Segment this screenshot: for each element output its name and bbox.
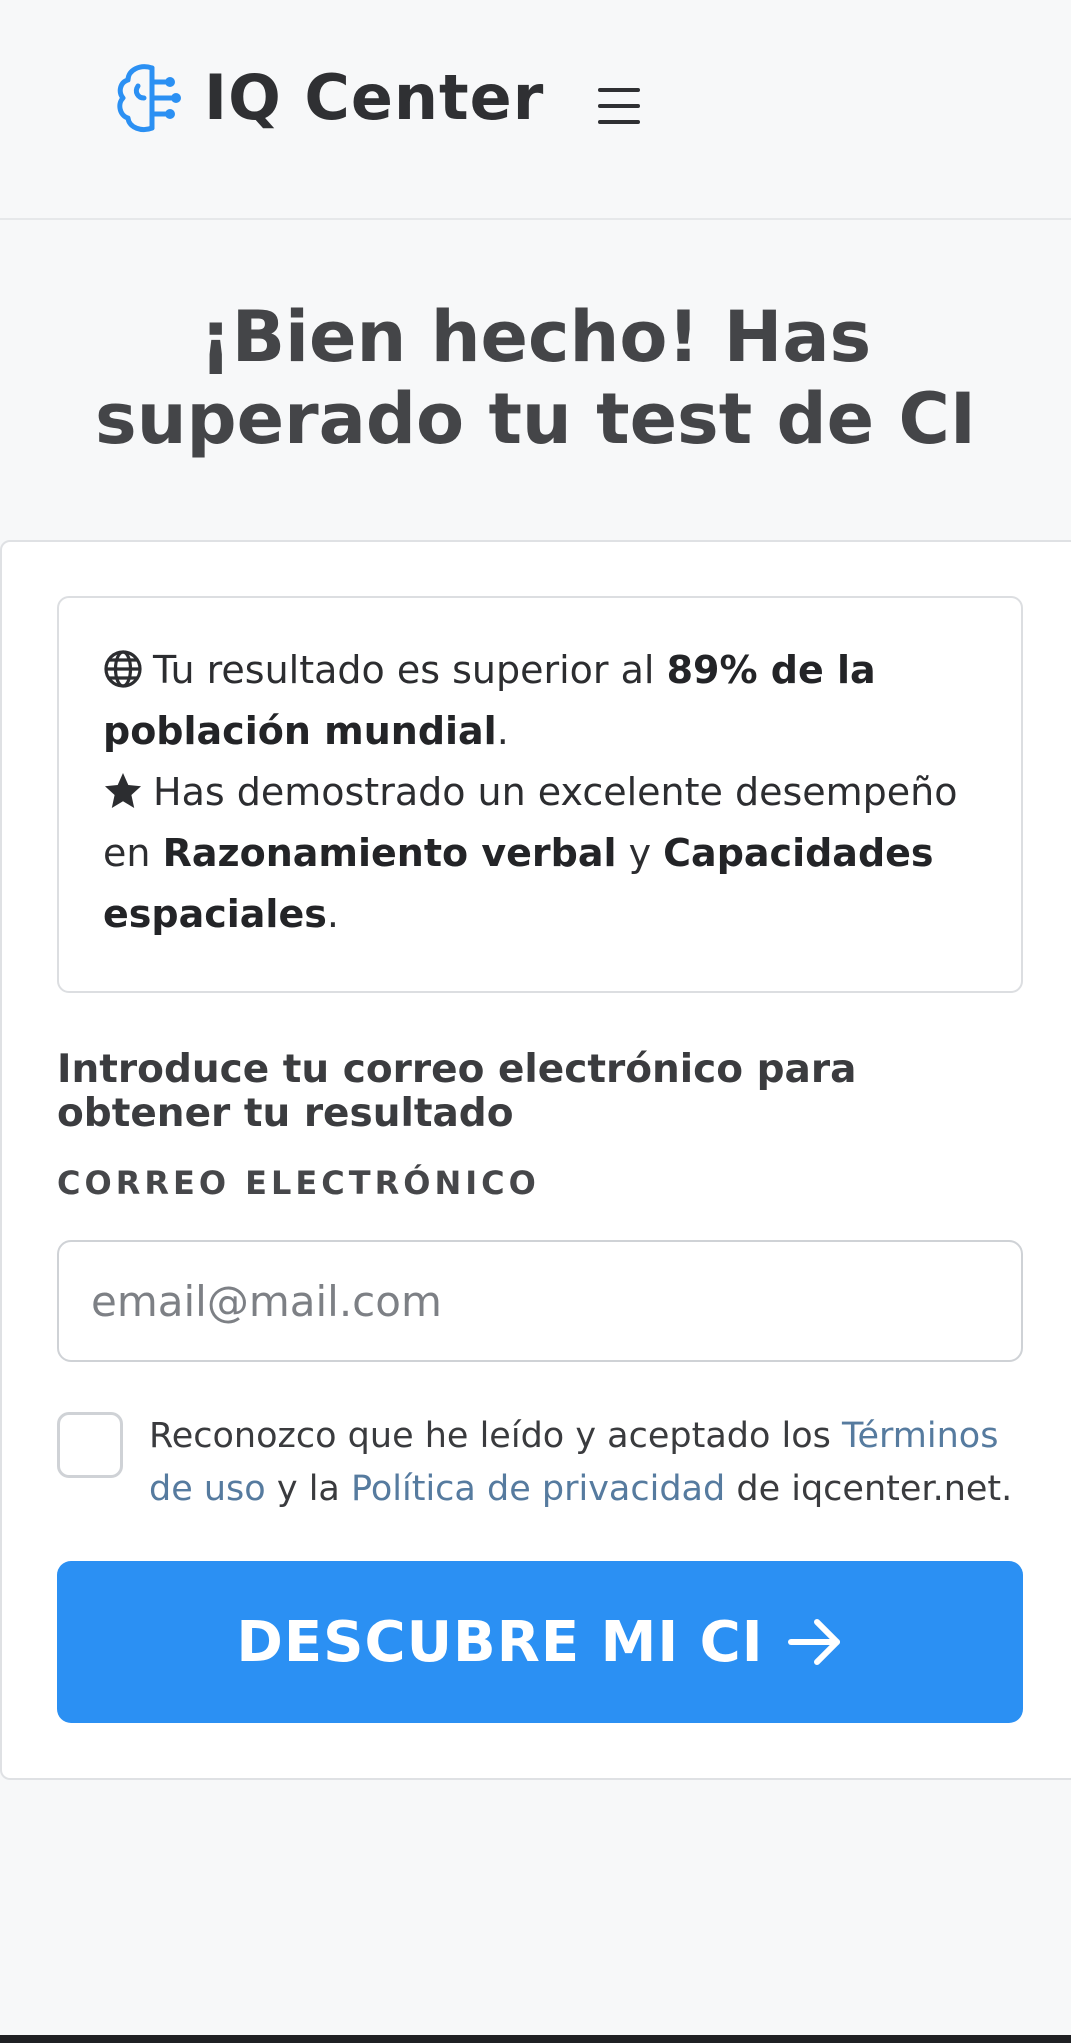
discover-iq-label: DESCUBRE MI CI xyxy=(236,1609,764,1675)
menu-line xyxy=(598,104,640,108)
result-text: Tu resultado es superior al xyxy=(153,648,655,692)
brand-name: IQ Center xyxy=(204,61,545,134)
privacy-link[interactable]: Política de privacidad xyxy=(351,1469,725,1509)
result-line-skills: Has demostrado un excelente desempeño en… xyxy=(103,762,981,945)
skills-punct: . xyxy=(326,892,339,936)
result-summary: Tu resultado es superior al 89% de la po… xyxy=(57,596,1023,993)
discover-iq-button[interactable]: DESCUBRE MI CI xyxy=(57,1561,1023,1723)
result-punct: . xyxy=(496,709,509,753)
consent-text-end: de iqcenter.net. xyxy=(736,1469,1013,1509)
consent-text: Reconozco que he leído y aceptado los Té… xyxy=(149,1410,1029,1516)
email-field[interactable] xyxy=(57,1240,1023,1362)
globe-icon xyxy=(104,650,142,688)
page-title: ¡Bien hecho! Has superado tu test de CI xyxy=(95,296,976,460)
brain-circuit-icon xyxy=(117,64,181,133)
bottom-edge xyxy=(0,2035,1071,2043)
email-prompt: Introduce tu correo electrónico para obt… xyxy=(57,1047,857,1136)
skills-conjunction: y xyxy=(628,831,652,875)
star-icon xyxy=(105,773,141,808)
logo[interactable]: IQ Center xyxy=(114,62,544,134)
site-header: IQ Center xyxy=(0,0,1071,220)
arrow-right-icon xyxy=(787,1619,840,1665)
consent-text-start: Reconozco que he leído y aceptado los xyxy=(149,1416,831,1456)
result-line-percentile: Tu resultado es superior al 89% de la po… xyxy=(103,640,981,762)
email-label: CORREO ELECTRÓNICO xyxy=(57,1164,540,1202)
skill-verbal: Razonamiento verbal xyxy=(162,831,617,875)
consent-text-middle: y la xyxy=(276,1469,340,1509)
hamburger-menu-icon[interactable] xyxy=(596,86,642,126)
menu-line xyxy=(598,120,640,124)
menu-line xyxy=(598,88,640,92)
consent-checkbox[interactable] xyxy=(57,1412,123,1478)
